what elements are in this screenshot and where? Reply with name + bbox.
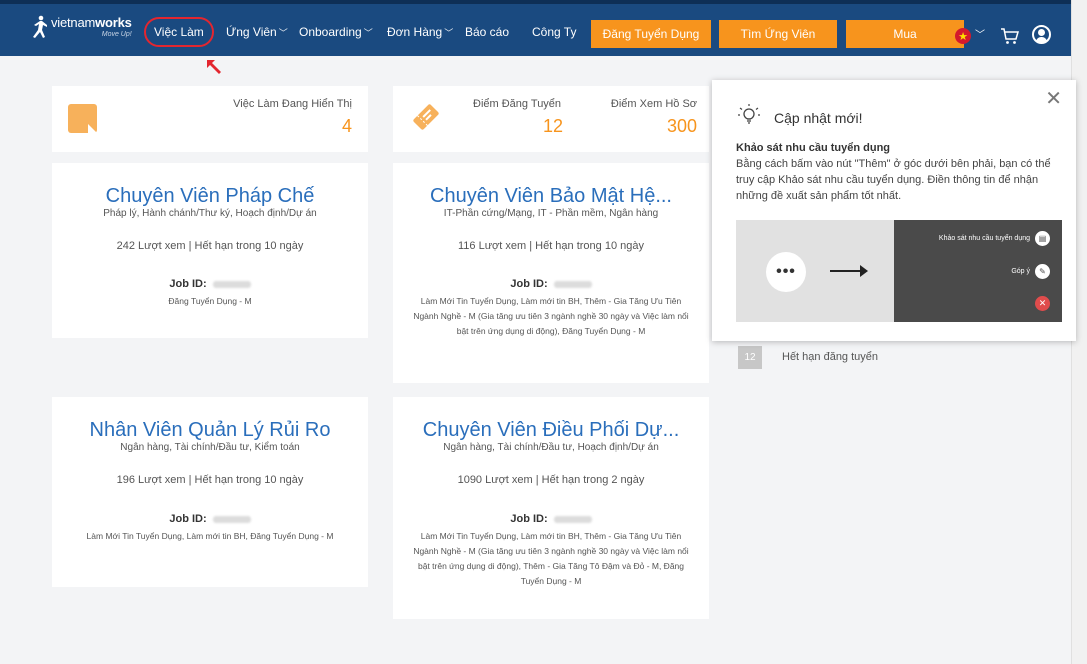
job-title[interactable]: Chuyên Viên Pháp Chế	[52, 185, 368, 208]
job-services: Đăng Tuyển Dụng - M	[168, 296, 252, 306]
job-card[interactable]: Nhân Viên Quản Lý Rủi Ro Ngân hàng, Tài …	[52, 397, 368, 587]
posting-points-value: 12	[543, 116, 564, 136]
job-id: Job ID:	[393, 278, 709, 290]
sticky-note-icon	[68, 104, 97, 133]
redacted-id	[212, 515, 251, 523]
top-navbar: vietnamworks Move Up! Việc Làm Ứng Viên ﹀…	[0, 0, 1071, 56]
find-candidate-button[interactable]: Tìm Ứng Viên	[719, 20, 837, 48]
close-icon[interactable]: ✕	[1045, 86, 1062, 111]
lightbulb-icon	[738, 104, 760, 124]
nav-onboarding-label: Onboarding	[299, 25, 362, 39]
job-card[interactable]: Chuyên Viên Bảo Mật Hệ... IT-Phần cứng/M…	[393, 163, 709, 383]
vietnamworks-logo[interactable]: vietnamworks Move Up!	[30, 15, 148, 45]
clipboard-icon: ▤	[1035, 231, 1050, 246]
job-id: Job ID:	[52, 513, 368, 525]
logo-name: vietnam	[51, 15, 96, 30]
update-popup: ✕ Cập nhật mới! Khảo sát nhu cầu tuyển d…	[712, 80, 1076, 341]
nav-bao-cao-label: Báo cáo	[465, 25, 510, 39]
red-pointer-arrow-icon	[207, 60, 221, 74]
job-stats: 116 Lượt xem | Hết hạn trong 10 ngày	[457, 240, 644, 252]
popup-demo-image: ••• Khảo sát nhu cầu tuyển dụng ▤ Góp ý …	[736, 220, 1062, 322]
view-points-label: Điểm Xem Hồ Sơ	[610, 98, 697, 110]
arrow-right-icon	[830, 265, 868, 277]
job-services: Làm Mới Tin Tuyển Dụng, Làm mới tin BH, …	[86, 531, 334, 541]
active-jobs-label: Việc Làm Đang Hiển Thị	[233, 98, 352, 110]
nav-don-hang[interactable]: Đơn Hàng ﹀	[387, 18, 453, 46]
job-categories: IT-Phần cứng/Mạng, IT - Phần mềm, Ngân h…	[443, 208, 659, 219]
points-card: Điểm Đăng Tuyển 12 Điểm Xem Hồ Sơ 300	[393, 86, 709, 152]
redacted-id	[212, 280, 251, 288]
posting-points-label: Điểm Đăng Tuyển	[473, 98, 562, 110]
expired-count-badge: 12	[738, 346, 762, 369]
buy-button[interactable]: Mua	[846, 20, 964, 48]
job-stats: 1090 Lượt xem | Hết hạn trong 2 ngày	[457, 474, 645, 486]
expired-label[interactable]: Hết hạn đăng tuyển	[782, 351, 878, 363]
job-stats: 242 Lượt xem | Hết hạn trong 10 ngày	[116, 240, 304, 252]
job-categories: Ngân hàng, Tài chính/Đầu tư, Kiểm toán	[120, 442, 300, 453]
demo-survey-label: Khảo sát nhu cầu tuyển dụng	[938, 235, 1030, 242]
close-circle-icon: ✕	[1035, 296, 1050, 311]
more-dots-icon: •••	[766, 252, 806, 292]
nav-ung-vien[interactable]: Ứng Viên ﹀	[226, 18, 288, 46]
nav-cong-ty-label: Công Ty	[532, 25, 577, 39]
job-categories: Ngân hàng, Tài chính/Đầu tư, Hoạch định/…	[443, 442, 659, 453]
cart-icon[interactable]	[1000, 26, 1020, 46]
ticket-icon	[413, 104, 439, 130]
chevron-down-icon: ﹀	[278, 27, 288, 38]
popup-title: Cập nhật mới!	[774, 110, 863, 126]
job-card[interactable]: Chuyên Viên Pháp Chế Pháp lý, Hành chánh…	[52, 163, 368, 338]
job-title[interactable]: Chuyên Viên Điều Phối Dự...	[393, 419, 709, 442]
logo-figure-icon	[33, 15, 47, 38]
job-id-label: Job ID:	[169, 513, 207, 525]
job-id: Job ID:	[52, 278, 368, 290]
job-id-label: Job ID:	[169, 278, 207, 290]
logo-tagline: Move Up!	[101, 31, 132, 38]
nav-cong-ty[interactable]: Công Ty	[532, 18, 576, 46]
vietnam-flag-icon[interactable]: ★	[955, 28, 971, 44]
redacted-id	[553, 515, 592, 523]
job-services: Làm Mới Tin Tuyển Dụng, Làm mới tin BH, …	[413, 531, 689, 586]
redacted-id	[553, 280, 592, 288]
job-card[interactable]: Chuyên Viên Điều Phối Dự... Ngân hàng, T…	[393, 397, 709, 619]
job-id-label: Job ID:	[510, 513, 548, 525]
popup-body: Bằng cách bấm vào nút "Thêm" ở góc dưới …	[736, 158, 1051, 202]
view-points-value: 300	[666, 116, 697, 136]
nav-ung-vien-label: Ứng Viên	[226, 25, 277, 39]
nav-onboarding[interactable]: Onboarding ﹀	[299, 18, 373, 46]
job-title[interactable]: Nhân Viên Quản Lý Rủi Ro	[52, 419, 368, 442]
user-account-icon[interactable]	[1032, 25, 1051, 44]
job-id-label: Job ID:	[510, 278, 548, 290]
chevron-down-icon[interactable]: ﹀	[975, 26, 985, 41]
nav-viec-lam-label: Việc Làm	[154, 25, 204, 39]
job-title[interactable]: Chuyên Viên Bảo Mật Hệ...	[393, 185, 709, 208]
post-job-button[interactable]: Đăng Tuyển Dụng	[591, 20, 711, 48]
active-jobs-card: Việc Làm Đang Hiển Thị 4	[52, 86, 368, 152]
popup-heading: Khảo sát nhu cầu tuyển dụng	[736, 142, 891, 154]
edit-icon: ✎	[1035, 264, 1050, 279]
chevron-down-icon: ﹀	[444, 27, 454, 38]
job-categories: Pháp lý, Hành chánh/Thư ký, Hoạch định/D…	[103, 208, 317, 219]
nav-bao-cao[interactable]: Báo cáo	[465, 18, 509, 46]
active-jobs-value: 4	[341, 116, 352, 136]
logo-name-bold: works	[95, 15, 132, 30]
job-id: Job ID:	[393, 513, 709, 525]
demo-feedback-label: Góp ý	[1011, 268, 1030, 275]
job-stats: 196 Lượt xem | Hết hạn trong 10 ngày	[116, 474, 304, 486]
nav-viec-lam[interactable]: Việc Làm	[144, 17, 214, 47]
chevron-down-icon: ﹀	[363, 27, 373, 38]
nav-don-hang-label: Đơn Hàng	[387, 25, 443, 39]
job-services: Làm Mới Tin Tuyển Dụng, Làm mới tin BH, …	[413, 296, 689, 336]
